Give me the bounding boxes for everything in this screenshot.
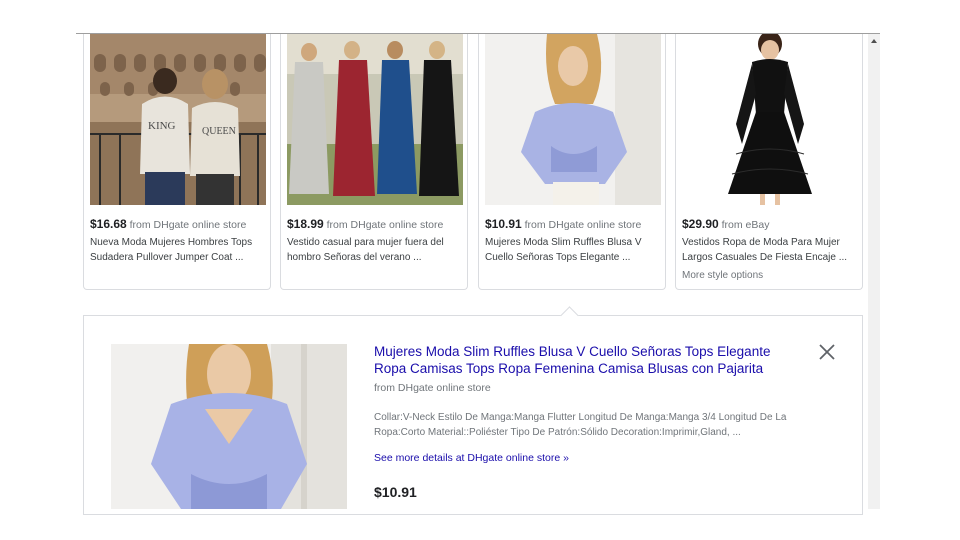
product-price-line-2: $18.99 from DHgate online store — [287, 217, 467, 231]
product-card-4[interactable]: $29.90 from eBay Vestidos Ropa de Moda P… — [675, 34, 863, 290]
product-source-4: from eBay — [721, 219, 770, 231]
product-image-4[interactable] — [682, 34, 858, 205]
product-price-1: $16.68 — [90, 217, 127, 231]
product-price-4: $29.90 — [682, 217, 719, 231]
detail-product-source: from DHgate online store — [374, 382, 491, 394]
product-card-1[interactable]: KING QUEEN $16.68 from DHgate online sto… — [83, 34, 271, 290]
product-source-1: from DHgate online store — [129, 219, 247, 231]
product-card-2[interactable]: $18.99 from DHgate online store Vestido … — [280, 34, 468, 290]
product-image-2[interactable] — [287, 34, 463, 205]
more-style-options-link[interactable]: More style options — [682, 270, 763, 281]
svg-text:QUEEN: QUEEN — [202, 126, 236, 137]
product-image-3[interactable] — [485, 34, 661, 205]
svg-text:KING: KING — [148, 120, 176, 132]
product-image-1[interactable]: KING QUEEN — [90, 34, 266, 205]
product-source-2: from DHgate online store — [326, 219, 444, 231]
detail-product-image[interactable] — [111, 344, 347, 509]
product-card-3[interactable]: $10.91 from DHgate online store Mujeres … — [478, 34, 666, 290]
product-title-2[interactable]: Vestido casual para mujer fuera del homb… — [287, 236, 463, 265]
product-price-line-1: $16.68 from DHgate online store — [90, 217, 270, 231]
product-source-3: from DHgate online store — [524, 219, 642, 231]
see-more-details-link[interactable]: See more details at DHgate online store … — [374, 452, 569, 464]
scroll-up-arrow-icon[interactable] — [868, 36, 880, 46]
product-price-line-3: $10.91 from DHgate online store — [485, 217, 665, 231]
close-icon — [819, 344, 835, 360]
product-title-1[interactable]: Nueva Moda Mujeres Hombres Tops Sudadera… — [90, 236, 266, 265]
product-price-3: $10.91 — [485, 217, 522, 231]
vertical-scrollbar[interactable] — [868, 34, 880, 509]
detail-product-price: $10.91 — [374, 484, 417, 500]
detail-product-title[interactable]: Mujeres Moda Slim Ruffles Blusa V Cuello… — [374, 343, 804, 377]
product-price-line-4: $29.90 from eBay — [682, 217, 862, 231]
product-title-4[interactable]: Vestidos Ropa de Moda Para Mujer Largos … — [682, 236, 858, 265]
product-title-3[interactable]: Mujeres Moda Slim Ruffles Blusa V Cuello… — [485, 236, 661, 265]
detail-product-description: Collar:V-Neck Estilo De Manga:Manga Flut… — [374, 412, 787, 438]
close-detail-button[interactable] — [816, 341, 838, 363]
product-price-2: $18.99 — [287, 217, 324, 231]
